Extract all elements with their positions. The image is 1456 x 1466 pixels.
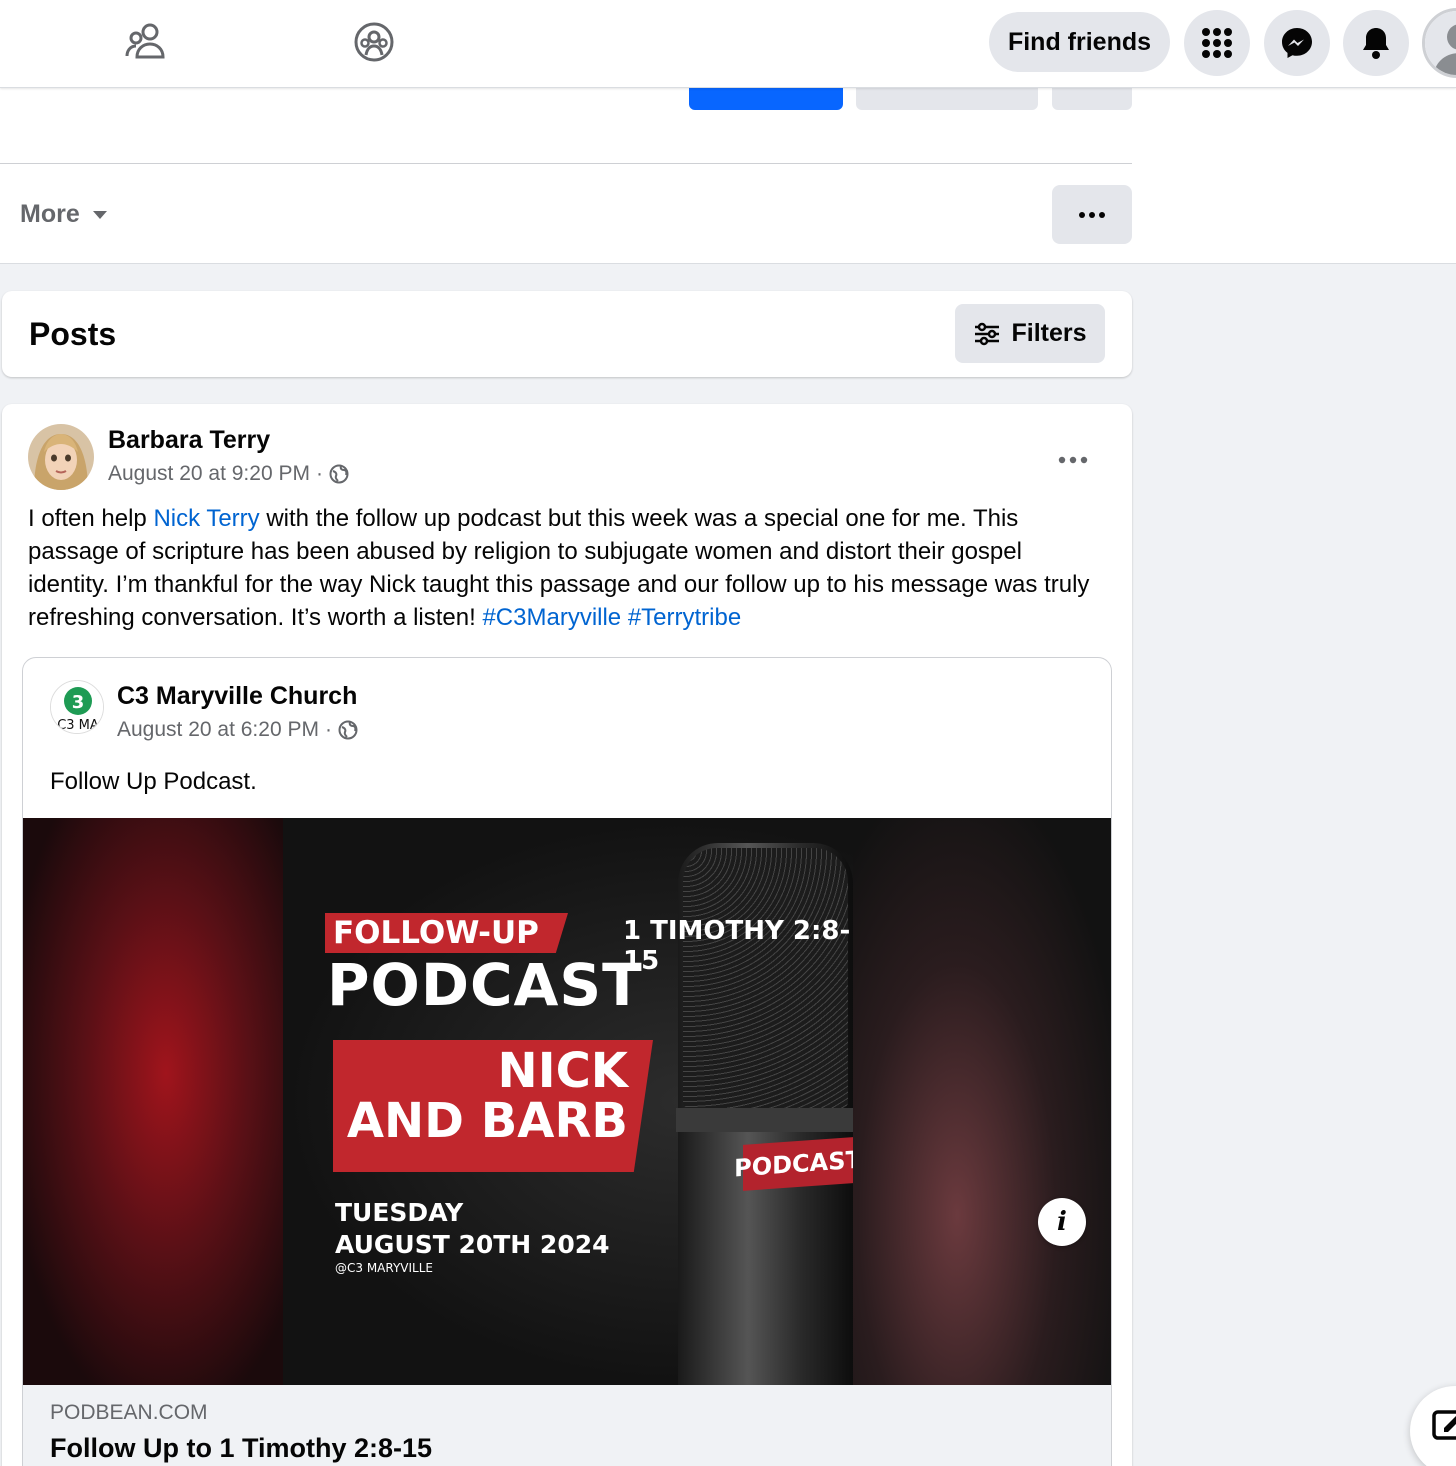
globe-icon [329,464,349,484]
ellipsis-icon [1079,211,1105,218]
names-line-1: NICK [497,1043,628,1099]
blurred-background-left [23,818,283,1385]
poster-day: TUESDAY [335,1198,464,1227]
filters-label: Filters [1011,319,1087,347]
notifications-icon[interactable] [1343,10,1409,76]
shared-post[interactable]: 3 C3 MA C3 Maryville Church August 20 at … [22,657,1112,1466]
shared-post-timestamp[interactable]: August 20 at 6:20 PM [117,718,319,742]
shared-post-meta: August 20 at 6:20 PM · [117,718,358,742]
post-card: Barbara Terry August 20 at 9:20 PM · I o… [2,404,1132,1466]
find-friends-button[interactable]: Find friends [989,12,1170,72]
scripture-reference: 1 TIMOTHY 2:8-15 [623,916,851,976]
blurred-background-right [853,818,1111,1385]
shared-post-text: Follow Up Podcast. [50,768,257,795]
podcast-poster-image[interactable]: PODCAST FOLLOW-UP PODCAST 1 TIMOTHY 2:8-… [23,818,1111,1385]
poster-artwork: PODCAST FOLLOW-UP PODCAST 1 TIMOTHY 2:8-… [283,818,853,1385]
poster-handle: @C3 MARYVILLE [335,1261,433,1275]
globe-icon [338,720,358,740]
compose-icon [1432,1410,1456,1440]
meta-separator: · [324,718,332,741]
hashtag-link[interactable]: #C3Maryville [482,604,621,631]
post-meta: August 20 at 9:20 PM · [108,462,349,486]
link-title[interactable]: Follow Up to 1 Timothy 2:8-15 [50,1433,432,1464]
post-options-button[interactable] [1058,440,1088,471]
friends-icon[interactable] [122,18,170,66]
microphone-band [676,1108,853,1132]
avatar-text: C3 MA [57,718,99,733]
poster-date: AUGUST 20TH 2024 [335,1230,610,1259]
right-panel-background [1132,88,1456,164]
hashtag-link[interactable]: #Terrytribe [628,604,741,631]
filters-button[interactable]: Filters [955,304,1105,363]
svg-text:3: 3 [72,692,85,713]
profile-tabs-row [0,164,1456,264]
meta-separator: · [315,462,323,485]
posts-title: Posts [29,316,117,352]
profile-more-options-button[interactable] [1052,185,1132,244]
posts-header-card: Posts Filters [2,291,1132,377]
messenger-icon[interactable] [1264,10,1330,76]
podcast-title-text: PODCAST [327,951,643,1019]
post-timestamp[interactable]: August 20 at 9:20 PM [108,462,310,486]
names-line-2: AND BARB [346,1093,628,1149]
link-domain: PODBEAN.COM [50,1401,208,1424]
menu-grid-icon[interactable] [1184,10,1250,76]
info-icon[interactable]: i [1038,1198,1086,1246]
link-preview[interactable]: PODBEAN.COM Follow Up to 1 Timothy 2:8-1… [23,1385,1111,1466]
mention-link[interactable]: Nick Terry [153,505,259,532]
ellipsis-icon [1058,456,1088,464]
shared-author-name[interactable]: C3 Maryville Church [117,682,357,711]
groups-icon[interactable] [350,18,398,66]
microphone-grill [683,848,848,1108]
mic-podcast-label: PODCAST [734,1137,853,1191]
post-author-name[interactable]: Barbara Terry [108,426,270,455]
more-tab[interactable]: More [20,200,108,229]
filters-icon [975,322,1000,345]
names-text: NICK AND BARB [333,1046,628,1146]
post-body-text-1: I often help [28,505,154,532]
author-avatar[interactable] [28,424,94,490]
follow-up-banner: FOLLOW-UP [325,913,568,953]
new-message-button[interactable] [1410,1386,1456,1466]
more-tab-label: More [20,200,80,228]
shared-author-avatar[interactable]: 3 C3 MA [50,680,104,734]
post-body: I often help Nick Terry with the follow … [28,502,1108,634]
profile-avatar[interactable] [1422,8,1456,78]
caret-down-icon [92,210,107,219]
top-navigation-bar: Find friends [0,0,1456,88]
